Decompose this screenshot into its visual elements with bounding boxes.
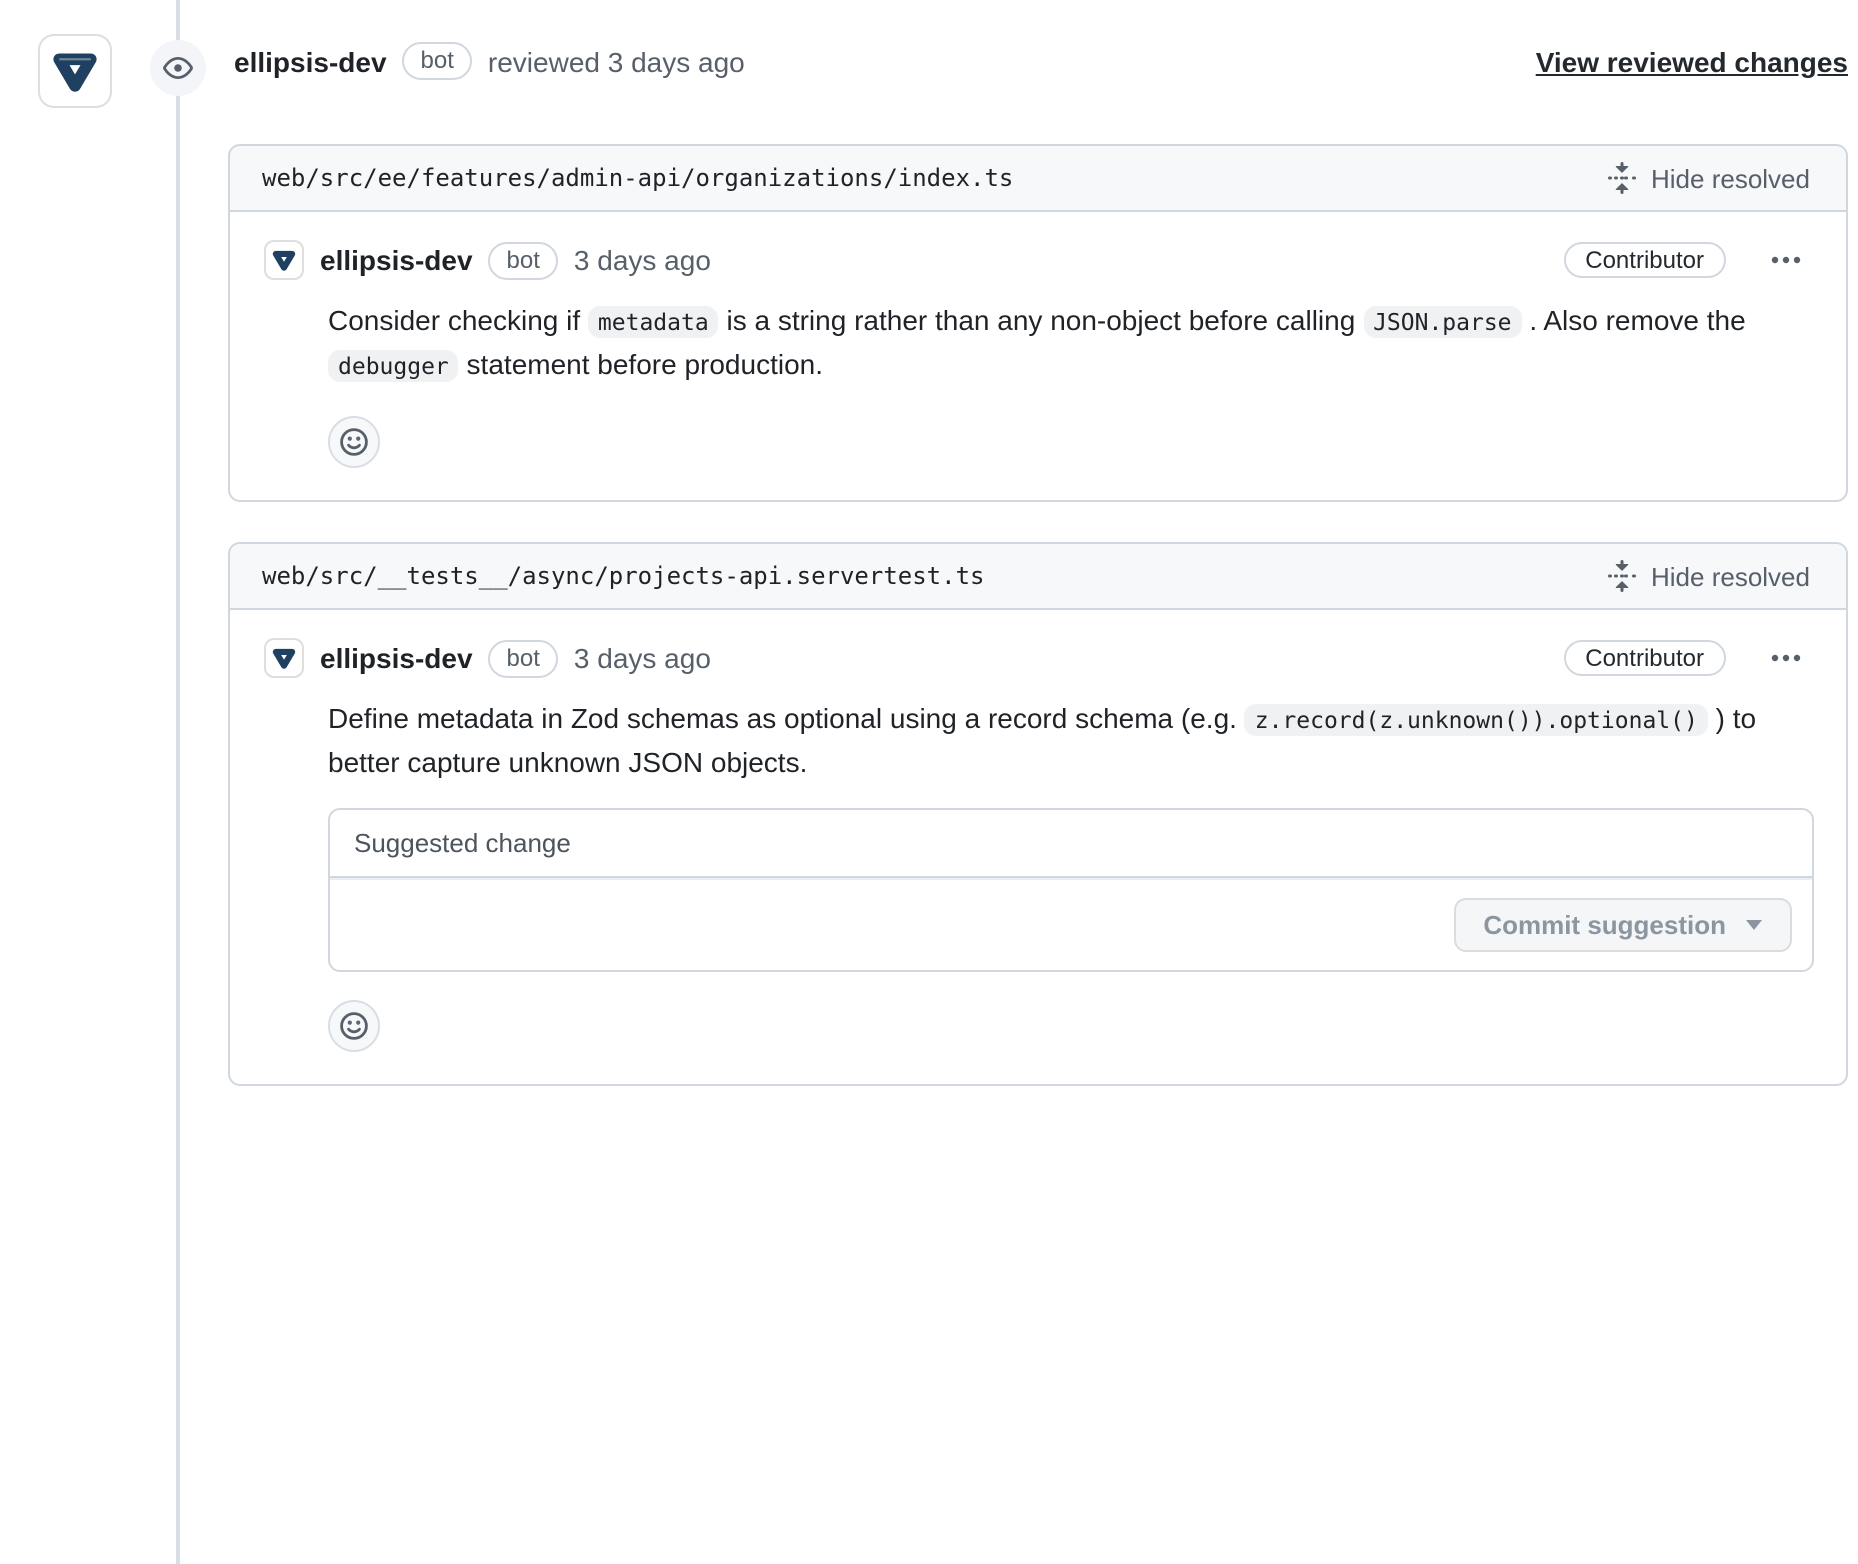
thread-card-organizations-index: web/src/ee/features/admin-api/organizati… bbox=[228, 144, 1848, 502]
suggested-change-box: Suggested change Commit suggestion bbox=[328, 808, 1814, 972]
hide-resolved-button[interactable]: Hide resolved bbox=[1593, 160, 1822, 196]
comment-header: ellipsis-dev bot 3 days ago Contributor bbox=[264, 240, 1810, 280]
reviewer-avatar[interactable] bbox=[38, 34, 112, 108]
commit-suggestion-button[interactable]: Commit suggestion bbox=[1453, 898, 1792, 952]
ellipsis-dev-logo bbox=[48, 44, 102, 98]
inline-code: JSON.parse bbox=[1363, 306, 1522, 338]
hide-resolved-button[interactable]: Hide resolved bbox=[1593, 558, 1822, 594]
contributor-badge: Contributor bbox=[1563, 242, 1726, 278]
suggested-change-title: Suggested change bbox=[330, 810, 1812, 878]
file-path-link[interactable]: web/src/ee/features/admin-api/organizati… bbox=[262, 164, 1013, 192]
comment-time-link[interactable]: 3 days ago bbox=[574, 642, 711, 674]
review-threads: web/src/ee/features/admin-api/organizati… bbox=[228, 144, 1848, 1086]
comment-author-link[interactable]: ellipsis-dev bbox=[320, 642, 473, 674]
review-action-text: reviewed 3 days ago bbox=[488, 45, 745, 77]
comment-menu-button[interactable] bbox=[1762, 642, 1810, 674]
reviewer-name-link[interactable]: ellipsis-dev bbox=[234, 45, 387, 77]
inline-code: metadata bbox=[588, 306, 719, 338]
commit-suggestion-label: Commit suggestion bbox=[1483, 910, 1726, 940]
add-reaction-button[interactable] bbox=[328, 1000, 380, 1052]
chevron-down-icon bbox=[1746, 920, 1762, 930]
view-reviewed-changes-link[interactable]: View reviewed changes bbox=[1536, 45, 1848, 77]
add-reaction-button[interactable] bbox=[328, 416, 380, 468]
review-comment: ellipsis-dev bot 3 days ago Contributor … bbox=[230, 610, 1846, 1084]
comment-header: ellipsis-dev bot 3 days ago Contributor bbox=[264, 638, 1810, 678]
kebab-icon bbox=[1770, 642, 1802, 674]
suggestion-footer: Commit suggestion bbox=[330, 878, 1812, 970]
inline-code: z.record(z.unknown()).optional() bbox=[1245, 704, 1708, 736]
ellipsis-dev-logo bbox=[270, 644, 298, 672]
file-path-link[interactable]: web/src/__tests__/async/projects-api.ser… bbox=[262, 562, 984, 590]
pr-review-timeline: ellipsis-dev bot reviewed 3 days ago Vie… bbox=[0, 0, 1858, 1564]
comment-menu-button[interactable] bbox=[1762, 244, 1810, 276]
bot-badge: bot bbox=[489, 639, 558, 677]
contributor-badge: Contributor bbox=[1563, 640, 1726, 676]
file-header: web/src/ee/features/admin-api/organizati… bbox=[230, 146, 1846, 212]
review-comment: ellipsis-dev bot 3 days ago Contributor … bbox=[230, 212, 1846, 500]
bot-badge: bot bbox=[489, 241, 558, 279]
timeline-line bbox=[176, 0, 180, 1564]
ellipsis-dev-logo bbox=[270, 246, 298, 274]
comment-avatar[interactable] bbox=[264, 638, 304, 678]
thread-card-projects-api-test: web/src/__tests__/async/projects-api.ser… bbox=[228, 542, 1848, 1086]
review-event-badge bbox=[150, 40, 206, 96]
fold-icon bbox=[1605, 162, 1637, 194]
fold-icon bbox=[1605, 560, 1637, 592]
review-header: ellipsis-dev bot reviewed 3 days ago Vie… bbox=[234, 42, 1848, 80]
bot-badge: bot bbox=[403, 42, 472, 80]
smiley-icon bbox=[338, 1010, 370, 1042]
kebab-icon bbox=[1770, 244, 1802, 276]
comment-body: Consider checking if metadata is a strin… bbox=[328, 300, 1810, 388]
comment-author-link[interactable]: ellipsis-dev bbox=[320, 244, 473, 276]
file-header: web/src/__tests__/async/projects-api.ser… bbox=[230, 544, 1846, 610]
inline-code: debugger bbox=[328, 350, 459, 382]
hide-resolved-label: Hide resolved bbox=[1651, 163, 1810, 193]
smiley-icon bbox=[338, 426, 370, 458]
hide-resolved-label: Hide resolved bbox=[1651, 561, 1810, 591]
comment-body: Define metadata in Zod schemas as option… bbox=[328, 698, 1810, 784]
comment-time-link[interactable]: 3 days ago bbox=[574, 244, 711, 276]
eye-icon bbox=[162, 52, 194, 84]
comment-avatar[interactable] bbox=[264, 240, 304, 280]
